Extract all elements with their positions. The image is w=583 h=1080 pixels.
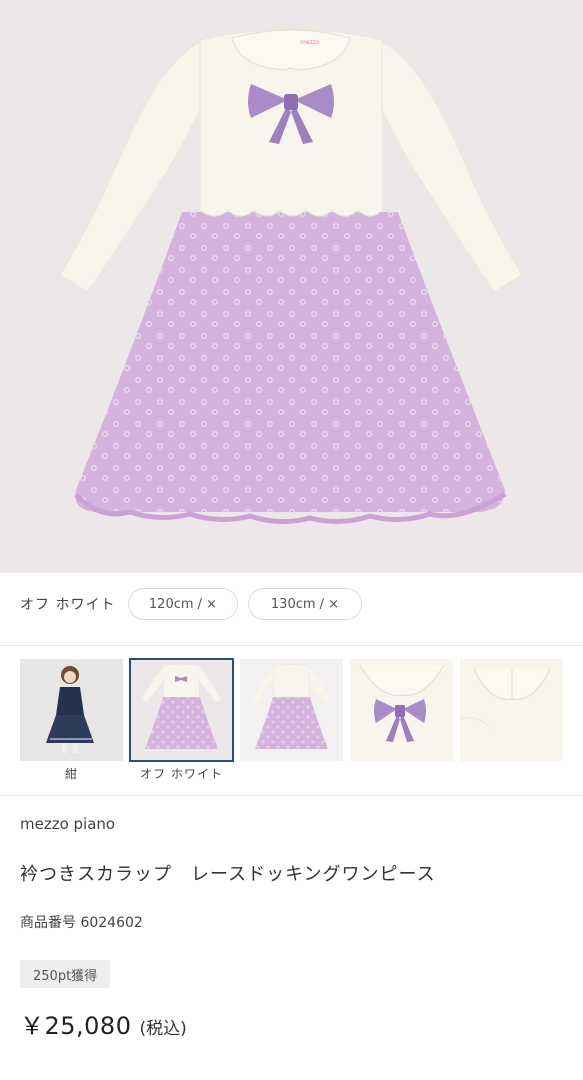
thumbnail-collar-back-detail[interactable] (460, 659, 563, 761)
size-option-130[interactable]: 130cm / × (248, 588, 362, 620)
thumbnail-navy-model[interactable] (20, 659, 123, 761)
product-title: 衿つきスカラップ レースドッキングワンピース (20, 864, 436, 885)
divider (0, 645, 583, 646)
thumbnail-caption-off-white: オフ ホワイト (140, 767, 223, 781)
thumbnail-strip: 紺 オフ ホワイト (0, 655, 583, 785)
thumbnail-collar-bow-detail[interactable] (350, 659, 453, 761)
tax-note: (税込) (139, 1019, 187, 1039)
size-option-120[interactable]: 120cm / × (128, 588, 238, 620)
skirt-shape (75, 212, 505, 512)
thumbnail-dress-back[interactable] (240, 659, 343, 761)
variant-row: オフ ホワイト 120cm / × 130cm / × (0, 573, 583, 635)
price-block: ￥25,080 (税込) (20, 1006, 187, 1041)
thumbnail-off-white-front[interactable] (129, 658, 234, 762)
divider (0, 795, 583, 796)
brand-name[interactable]: mezzo piano (20, 815, 115, 833)
brand-tag: mezzo (300, 39, 320, 46)
dress-illustration: mezzo (59, 29, 523, 524)
points-badge: 250pt獲得 (20, 960, 111, 988)
price-amount: ￥25,080 (20, 1012, 132, 1040)
selected-color-label: オフ ホワイト (20, 597, 116, 613)
product-main-image[interactable]: mezzo (0, 0, 583, 573)
product-sku: 商品番号 6024602 (20, 915, 143, 931)
thumbnail-caption-navy: 紺 (64, 767, 78, 781)
